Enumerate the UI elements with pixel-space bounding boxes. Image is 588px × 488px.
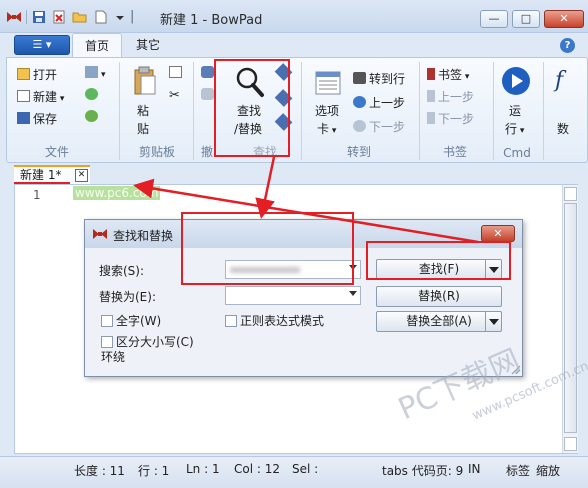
- annotation-arrows: [133, 156, 479, 244]
